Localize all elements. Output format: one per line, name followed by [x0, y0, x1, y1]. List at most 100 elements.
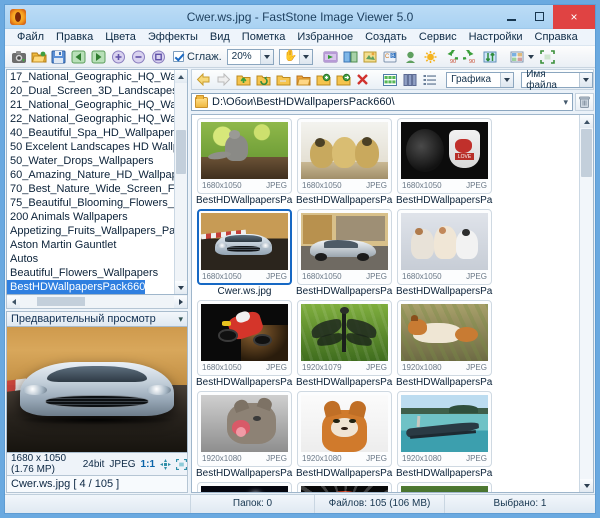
thumbnail-card[interactable]: LOVE 1680x1050 JPEG — [397, 118, 492, 194]
sort-by-combobox[interactable]: Имя файла — [521, 72, 593, 88]
previous-image-icon[interactable] — [69, 47, 88, 66]
preview-panel-header[interactable]: Предварительный просмотр ▾ — [6, 311, 188, 327]
folder-tree-item[interactable]: 17_National_Geographic_HQ_Wallpaper_Pa — [7, 70, 174, 84]
folder-tree-item[interactable]: 200 Animals Wallpapers — [7, 210, 174, 224]
file-type-filter-combobox[interactable]: Графика — [446, 72, 514, 88]
folder-tree-item[interactable]: 75_Beautiful_Blooming_Flowers_Wide_HQ_ — [7, 196, 174, 210]
up-folder-icon[interactable] — [235, 70, 253, 89]
hand-tool-combobox[interactable]: ✋ — [279, 49, 313, 65]
thumbnail-card[interactable]: 1680x1050 JPEG — [197, 300, 292, 376]
folder-tree-item[interactable]: 50_Water_Drops_Wallpapers — [7, 154, 174, 168]
thumbnail-item[interactable]: 1680x1050 JPEG BestHDWallpapersPa... — [196, 118, 293, 207]
scroll-left-icon[interactable] — [7, 296, 20, 308]
thumbnail-card[interactable]: 1920x1080 JPEG — [397, 300, 492, 376]
scrollbar-thumb[interactable] — [176, 130, 186, 174]
folder-tree-item[interactable]: 20_Dual_Screen_3D_Landscapes_Wallpapers — [7, 84, 174, 98]
chevron-down-icon[interactable]: ▾ — [563, 97, 568, 108]
thumbnail-item[interactable]: 1920x1080 JPEG BestHDWallpapersPa... — [296, 391, 393, 480]
thumbnail-card[interactable]: 1680x1050 JPEG — [397, 209, 492, 285]
menu-help[interactable]: Справка — [529, 29, 584, 46]
save-icon[interactable] — [49, 47, 68, 66]
thumbnail-item[interactable]: LOVE 1680x1050 JPEG BestHDWallpapersPa..… — [396, 118, 493, 207]
zoom-in-icon[interactable] — [109, 47, 128, 66]
convert-icon[interactable]: СB — [381, 47, 400, 66]
folder-tree-item[interactable]: 22_National_Geographic_HQ_Wallpaper_Pa — [7, 112, 174, 126]
thumbnail-card[interactable]: 1920x1080 JPEG — [197, 391, 292, 467]
thumbnail-item[interactable]: 1920x1080 JPEG BestHDWallpapersPa... — [196, 482, 293, 492]
menu-view[interactable]: Вид — [204, 29, 236, 46]
thumbnail-card[interactable]: 1680x1050 JPEG — [297, 209, 392, 285]
rotate-right-icon[interactable]: 90 — [461, 47, 480, 66]
actual-size-icon[interactable] — [149, 47, 168, 66]
thumbnail-item[interactable]: 1680x1050 JPEG BestHDWallpapersPa... — [296, 209, 393, 298]
thumbnail-card[interactable]: 1920x1080 JPEG — [197, 482, 292, 492]
chevron-down-icon[interactable]: ▾ — [178, 315, 183, 323]
zoom-out-icon[interactable] — [129, 47, 148, 66]
zoom-ratio[interactable]: 1:1 — [141, 459, 155, 470]
scroll-up-icon[interactable] — [580, 115, 593, 128]
filmstrip-view-icon[interactable] — [401, 70, 419, 89]
menu-file[interactable]: Файл — [11, 29, 50, 46]
delete-icon[interactable] — [354, 70, 372, 89]
scroll-down-icon[interactable] — [580, 479, 593, 492]
thumbnail-item[interactable]: 1920x1080 JPEG BestHDWallpapersPa... — [396, 391, 493, 480]
thumbnail-item[interactable]: 1920x1079 JPEG BestHDWallpapersPa... — [296, 300, 393, 389]
folder-tree[interactable]: 17_National_Geographic_HQ_Wallpaper_Pa 2… — [6, 69, 188, 295]
open-folder-icon[interactable] — [294, 70, 312, 89]
rotate-left-icon[interactable]: 90 — [441, 47, 460, 66]
copy-to-folder-icon[interactable] — [314, 70, 332, 89]
thumbnail-scrollbar[interactable] — [579, 115, 593, 492]
folder-tree-scrollbar[interactable] — [174, 70, 187, 294]
view-mode-dropdown[interactable] — [528, 55, 534, 59]
slideshow-icon[interactable] — [321, 47, 340, 66]
thumbnail-card[interactable]: 1920x1080 JPEG — [397, 482, 492, 492]
adjust-lighting-icon[interactable] — [421, 47, 440, 66]
fullscreen-icon[interactable] — [538, 47, 557, 66]
refresh-folder-icon[interactable] — [255, 70, 273, 89]
fit-to-window-icon[interactable] — [160, 459, 171, 470]
scroll-right-icon[interactable] — [174, 296, 187, 308]
menu-tools[interactable]: Сервис — [413, 29, 463, 46]
trash-icon[interactable] — [575, 93, 594, 111]
forward-arrow-icon[interactable] — [215, 70, 233, 89]
menu-edit[interactable]: Правка — [50, 29, 99, 46]
folder-tree-item[interactable]: 50 Excelent Landscapes HD Wallpapers (Se… — [7, 140, 174, 154]
menu-colors[interactable]: Цвета — [99, 29, 142, 46]
folder-tree-hscrollbar[interactable] — [6, 295, 188, 309]
menu-settings[interactable]: Настройки — [463, 29, 529, 46]
new-folder-icon[interactable] — [275, 70, 293, 89]
folder-tree-item[interactable]: Aston Martin Gauntlet — [7, 238, 174, 252]
move-to-folder-icon[interactable] — [334, 70, 352, 89]
thumbnail-card[interactable]: 1920x1080 JPEG — [397, 391, 492, 467]
thumbnail-browser[interactable]: 1680x1050 JPEG BestHDWallpapersPa... — [191, 114, 594, 493]
next-image-icon[interactable] — [89, 47, 108, 66]
scroll-down-icon[interactable] — [175, 281, 187, 294]
open-folder-icon[interactable] — [29, 47, 48, 66]
thumbnail-view-icon[interactable] — [382, 70, 400, 89]
flip-icon[interactable] — [481, 47, 500, 66]
thumbnail-item[interactable]: 1920x1080 JPEG BestHDWallpapersPa... — [196, 391, 293, 480]
folder-tree-item[interactable]: 40_Beautiful_Spa_HD_Wallpapers — [7, 126, 174, 140]
list-view-icon[interactable] — [421, 70, 439, 89]
thumbnail-item[interactable]: 1920x1080 JPEG BestHDWallpapersPa... — [296, 482, 393, 492]
red-eye-icon[interactable] — [401, 47, 420, 66]
thumbnail-card[interactable]: 1920x1080 JPEG — [297, 482, 392, 492]
folder-tree-item-selected[interactable]: BestHDWallpapersPack660 — [7, 280, 145, 294]
back-arrow-icon[interactable] — [195, 70, 213, 89]
screen-capture-icon[interactable] — [9, 47, 28, 66]
thumbnail-card[interactable]: 1680x1050 JPEG — [197, 118, 292, 194]
menu-effects[interactable]: Эффекты — [142, 29, 204, 46]
resize-icon[interactable] — [361, 47, 380, 66]
folder-tree-item[interactable]: 70_Best_Nature_Wide_Screen_Full_HD_Wall — [7, 182, 174, 196]
zoom-combobox[interactable]: 20% — [227, 49, 274, 65]
thumbnail-card[interactable]: 1680x1050 JPEG — [197, 209, 292, 285]
folder-tree-item[interactable]: Beautiful_Flowers_Wallpapers — [7, 266, 174, 280]
smoothing-checkbox[interactable]: Сглаж. — [173, 51, 222, 63]
thumbnail-item[interactable]: 1680x1050 JPEG BestHDWallpapersPa... — [196, 300, 293, 389]
preview-image[interactable] — [6, 327, 188, 453]
thumbnail-item-selected[interactable]: 1680x1050 JPEG Cwer.ws.jpg — [196, 209, 293, 298]
scroll-up-icon[interactable] — [175, 70, 187, 83]
hscrollbar-thumb[interactable] — [37, 297, 85, 306]
thumbnail-item[interactable]: 1680x1050 JPEG BestHDWallpapersPa... — [396, 209, 493, 298]
address-bar[interactable]: D:\Обои\BestHDWallpapersPack660\ ▾ — [191, 93, 573, 111]
